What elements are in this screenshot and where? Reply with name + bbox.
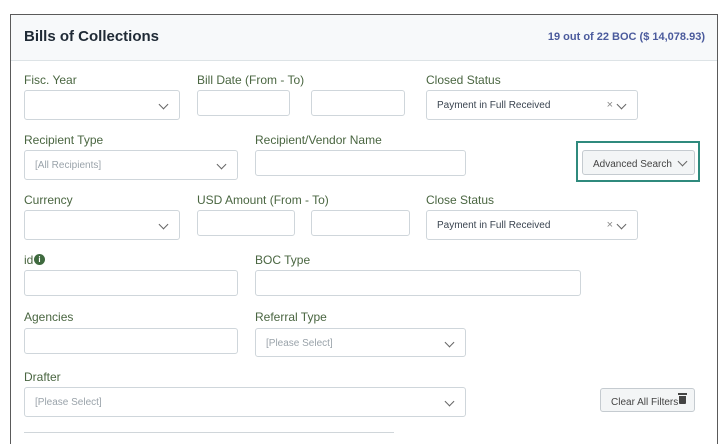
page-title: Bills of Collections (24, 28, 160, 45)
advanced-search-button[interactable]: Advanced Search (582, 150, 695, 175)
currency-label: Currency (24, 193, 73, 207)
chevron-down-icon (677, 156, 688, 167)
chevron-down-icon (444, 396, 455, 407)
fisc-year-select[interactable] (24, 90, 180, 120)
drafter-label: Drafter (24, 370, 61, 384)
closed-status-value: Payment in Full Received (437, 100, 551, 111)
referral-type-placeholder: [Please Select] (266, 338, 333, 349)
agencies-label: Agencies (24, 310, 74, 324)
table-top-edge (24, 432, 394, 433)
recipient-type-label: Recipient Type (24, 133, 104, 147)
clear-all-filters-label: Clear All Filters (611, 397, 679, 408)
bill-date-to-input[interactable] (311, 90, 405, 116)
clear-x-icon[interactable]: × (607, 219, 613, 231)
recipient-type-select[interactable]: [All Recipients] (24, 150, 238, 180)
close-status-label: Close Status (426, 193, 495, 207)
id-label: id (24, 253, 34, 267)
info-icon[interactable]: i (34, 254, 45, 265)
clear-x-icon[interactable]: × (607, 99, 613, 111)
boc-type-input[interactable] (255, 270, 581, 296)
chevron-down-icon (616, 99, 627, 110)
chevron-down-icon (158, 219, 169, 230)
id-input[interactable] (24, 270, 238, 296)
recipient-type-placeholder: [All Recipients] (35, 160, 102, 171)
drafter-select[interactable]: [Please Select] (24, 387, 466, 417)
bill-date-from-input[interactable] (197, 90, 290, 116)
advanced-search-label: Advanced Search (593, 159, 672, 170)
drafter-placeholder: [Please Select] (35, 397, 102, 408)
currency-select[interactable] (24, 210, 180, 240)
usd-amount-to-input[interactable] (311, 210, 410, 236)
results-summary: 19 out of 22 BOC ($ 14,078.93) (547, 31, 705, 43)
chevron-down-icon (444, 337, 455, 348)
recipient-vendor-name-label: Recipient/Vendor Name (255, 133, 382, 147)
closed-status-label: Closed Status (426, 73, 501, 87)
chevron-down-icon (216, 159, 227, 170)
close-status-value: Payment in Full Received (437, 220, 551, 231)
referral-type-select[interactable]: [Please Select] (255, 328, 466, 357)
panel-header: Bills of Collections 19 out of 22 BOC ($… (11, 15, 717, 61)
close-status-select[interactable]: Payment in Full Received × (426, 210, 638, 240)
agencies-input[interactable] (24, 328, 238, 354)
clear-all-filters-button[interactable]: Clear All Filters (600, 388, 695, 412)
chevron-down-icon (616, 219, 627, 230)
boc-type-label: BOC Type (255, 253, 311, 267)
referral-type-label: Referral Type (255, 310, 327, 324)
usd-amount-label: USD Amount (From - To) (197, 193, 329, 207)
bill-date-label: Bill Date (From - To) (197, 73, 305, 87)
usd-amount-from-input[interactable] (197, 210, 295, 236)
trash-icon (678, 393, 687, 404)
chevron-down-icon (158, 99, 169, 110)
closed-status-select[interactable]: Payment in Full Received × (426, 90, 638, 120)
fisc-year-label: Fisc. Year (24, 73, 77, 87)
recipient-vendor-name-input[interactable] (255, 150, 466, 176)
